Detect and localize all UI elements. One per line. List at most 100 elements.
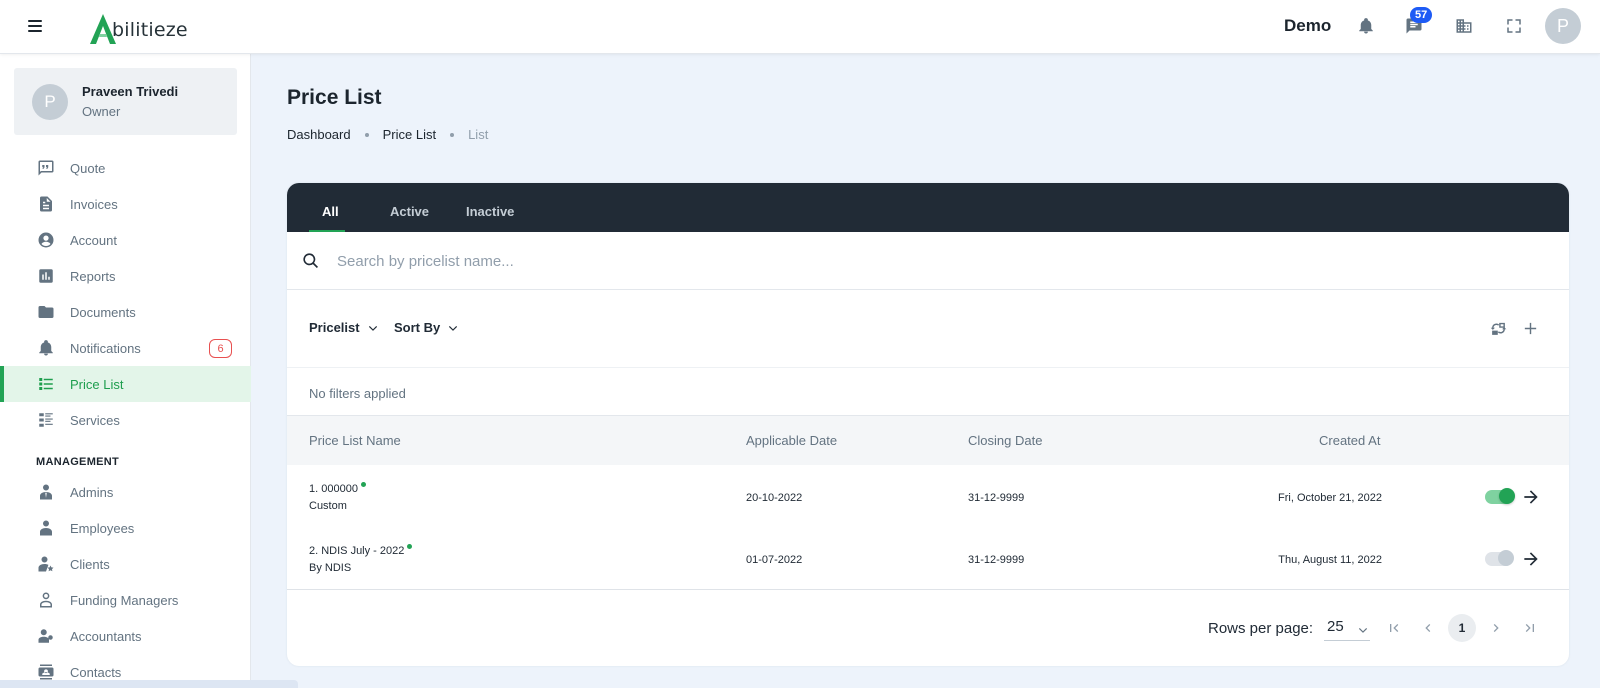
- chevron-down-icon: [449, 325, 458, 331]
- price-list-type: By NDIS: [309, 562, 352, 574]
- management-section-title: MANAGEMENT: [36, 456, 120, 468]
- sidebar-item-admins[interactable]: Admins: [0, 474, 251, 510]
- breadcrumb-separator: [450, 132, 455, 137]
- breadcrumb-list: List: [468, 127, 489, 142]
- fullscreen-icon[interactable]: [1503, 15, 1525, 37]
- rows-per-page-label: Rows per page:: [1208, 620, 1314, 637]
- price-list-type: Custom: [309, 500, 347, 512]
- bell-icon[interactable]: [1355, 15, 1377, 37]
- funding-manager-icon: [36, 590, 56, 610]
- filter-status-text: No filters applied: [309, 386, 406, 401]
- logo-text: bilitieze: [112, 19, 188, 41]
- contacts-icon: [36, 662, 56, 682]
- sidebar-item-label: Admins: [70, 484, 114, 500]
- created-at: Fri, October 21, 2022: [1278, 492, 1382, 504]
- table-row[interactable]: 1. 000000 Custom 20-10-2022 31-12-9999 F…: [287, 466, 1569, 528]
- status-toggle[interactable]: [1485, 488, 1515, 504]
- previous-page-icon[interactable]: [1414, 614, 1442, 642]
- sidebar-item-accountants[interactable]: Accountants: [0, 618, 251, 654]
- status-toggle[interactable]: [1485, 550, 1514, 566]
- sidebar-item-label: Clients: [70, 556, 110, 572]
- table-row[interactable]: 2. NDIS July - 2022 By NDIS 01-07-2022 3…: [287, 528, 1569, 590]
- sidebar-item-label: Contacts: [70, 664, 122, 680]
- status-tabs: All Active Inactive: [287, 183, 1569, 232]
- horizontal-scrollbar[interactable]: [0, 680, 298, 688]
- last-page-icon[interactable]: [1516, 614, 1544, 642]
- sidebar-item-clients[interactable]: Clients: [0, 546, 251, 582]
- breadcrumb-dashboard[interactable]: Dashboard: [287, 127, 351, 142]
- chevron-down-icon: [368, 325, 377, 331]
- list-icon: [36, 374, 56, 394]
- rows-per-page-value: 25: [1327, 618, 1344, 635]
- sidebar-item-label: Documents: [70, 304, 136, 320]
- filter-toolbar: Pricelist Sort By: [287, 290, 1569, 368]
- search-input[interactable]: [337, 249, 1437, 273]
- filter-status-bar: No filters applied: [287, 368, 1569, 416]
- quote-icon: [36, 158, 56, 178]
- sidebar-item-account[interactable]: Account: [0, 222, 251, 258]
- sort-by-dropdown[interactable]: Sort By: [394, 320, 460, 335]
- add-icon[interactable]: [1520, 318, 1540, 338]
- created-at: Thu, August 11, 2022: [1278, 554, 1382, 566]
- user-avatar[interactable]: P: [1545, 8, 1581, 44]
- closing-date: 31-12-9999: [968, 554, 1025, 566]
- table-header: Price List Name Applicable Date Closing …: [287, 416, 1569, 465]
- sidebar-item-services[interactable]: Services: [0, 402, 251, 438]
- column-header-applicable-date[interactable]: Applicable Date: [746, 433, 837, 448]
- column-header-name[interactable]: Price List Name: [309, 433, 401, 448]
- column-header-closing-date[interactable]: Closing Date: [968, 433, 1042, 448]
- rows-per-page-select[interactable]: 25: [1324, 615, 1370, 641]
- folder-icon: [36, 302, 56, 322]
- org-name[interactable]: Demo: [1284, 16, 1331, 36]
- arrow-right-icon[interactable]: [1521, 549, 1541, 569]
- price-list-name: 2. NDIS July - 2022: [309, 544, 413, 557]
- user-card[interactable]: P Praveen Trivedi Owner: [14, 68, 237, 135]
- sidebar-item-label: Employees: [70, 520, 135, 536]
- app-logo[interactable]: bilitieze: [88, 9, 188, 45]
- tab-all[interactable]: All: [322, 204, 339, 219]
- price-list-card: All Active Inactive Pricelist Sort By No…: [287, 183, 1569, 666]
- invoice-icon: [36, 194, 56, 214]
- building-icon[interactable]: [1453, 15, 1475, 37]
- sidebar-item-label: Notifications: [70, 340, 141, 356]
- price-list-name: 1. 000000: [309, 482, 366, 495]
- next-page-icon[interactable]: [1482, 614, 1510, 642]
- sidebar-item-price-list[interactable]: Price List: [0, 366, 251, 402]
- sidebar-item-label: Quote: [70, 160, 106, 176]
- sidebar: P Praveen Trivedi Owner Quote Invoices A…: [0, 54, 251, 688]
- pricelist-filter-dropdown[interactable]: Pricelist: [309, 320, 380, 335]
- sidebar-item-label: Services: [70, 412, 120, 428]
- sidebar-item-quote[interactable]: Quote: [0, 150, 251, 186]
- applicable-date: 01-07-2022: [746, 554, 803, 566]
- tab-active[interactable]: Active: [390, 204, 429, 219]
- sidebar-item-notifications[interactable]: Notifications 6: [0, 330, 251, 366]
- services-icon: [36, 410, 56, 430]
- sidebar-item-employees[interactable]: Employees: [0, 510, 251, 546]
- applicable-date: 20-10-2022: [746, 492, 803, 504]
- breadcrumb-price-list[interactable]: Price List: [383, 127, 436, 142]
- chevron-down-icon: [1358, 628, 1368, 633]
- arrow-right-icon[interactable]: [1521, 487, 1541, 507]
- sidebar-item-documents[interactable]: Documents: [0, 294, 251, 330]
- top-header: bilitieze Demo 57 P: [0, 0, 1600, 54]
- sidebar-item-invoices[interactable]: Invoices: [0, 186, 251, 222]
- column-header-created-at[interactable]: Created At: [1319, 433, 1380, 448]
- user-role: Owner: [82, 104, 121, 119]
- sidebar-item-reports[interactable]: Reports: [0, 258, 251, 294]
- pricelist-filter-label: Pricelist: [309, 320, 360, 335]
- tab-inactive[interactable]: Inactive: [466, 204, 514, 219]
- user-name: Praveen Trivedi: [82, 84, 179, 99]
- first-page-icon[interactable]: [1380, 614, 1408, 642]
- accountant-icon: [36, 626, 56, 646]
- menu-toggle-icon[interactable]: [28, 17, 48, 35]
- employee-icon: [36, 518, 56, 538]
- sidebar-item-label: Invoices: [70, 196, 118, 212]
- breadcrumb: Dashboard Price List List: [287, 127, 488, 142]
- current-page-button[interactable]: 1: [1448, 614, 1476, 642]
- sidebar-item-funding-managers[interactable]: Funding Managers: [0, 582, 251, 618]
- sidebar-item-label: Funding Managers: [70, 592, 179, 608]
- price-list-name-text: 2. NDIS July - 2022: [309, 545, 405, 557]
- pagination: Rows per page: 25 1: [287, 591, 1569, 666]
- closing-date: 31-12-9999: [968, 492, 1025, 504]
- view-toggle-icon[interactable]: [1488, 318, 1508, 338]
